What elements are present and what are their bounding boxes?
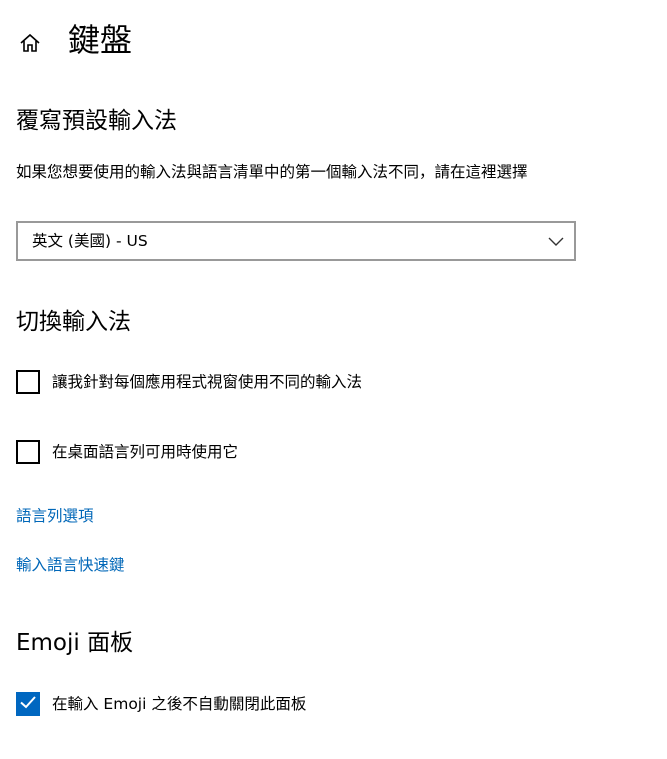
dropdown-selected-value: 英文 (美國) - US: [32, 232, 148, 250]
chevron-down-icon: [548, 233, 564, 249]
desktop-language-bar-checkbox[interactable]: [16, 440, 40, 464]
checkmark-icon: [19, 693, 37, 715]
language-bar-options-link[interactable]: 語言列選項: [16, 504, 94, 528]
desktop-language-bar-label: 在桌面語言列可用時使用它: [52, 443, 239, 461]
emoji-panel-checkbox-row[interactable]: 在輸入 Emoji 之後不自動關閉此面板: [16, 691, 306, 717]
emoji-panel-checkbox[interactable]: [16, 692, 40, 716]
emoji-section-heading: Emoji 面板: [16, 630, 134, 656]
emoji-panel-label: 在輸入 Emoji 之後不自動關閉此面板: [52, 695, 307, 713]
desktop-language-bar-checkbox-row[interactable]: 在桌面語言列可用時使用它: [16, 439, 238, 465]
override-description: 如果您想要使用的輸入法與語言清單中的第一個輸入法不同，請在這裡選擇: [16, 163, 528, 181]
page-title: 鍵盤: [68, 21, 133, 59]
home-icon: [19, 32, 41, 58]
input-method-dropdown[interactable]: 英文 (美國) - US: [16, 221, 576, 261]
per-app-input-checkbox-row[interactable]: 讓我針對每個應用程式視窗使用不同的輸入法: [16, 369, 362, 395]
per-app-input-label: 讓我針對每個應用程式視窗使用不同的輸入法: [52, 373, 363, 391]
input-language-hotkeys-link[interactable]: 輸入語言快速鍵: [16, 553, 125, 577]
home-button[interactable]: [13, 28, 47, 62]
override-section-heading: 覆寫預設輸入法: [16, 108, 177, 134]
per-app-input-checkbox[interactable]: [16, 370, 40, 394]
keyboard-settings-page: 鍵盤 覆寫預設輸入法 如果您想要使用的輸入法與語言清單中的第一個輸入法不同，請在…: [0, 0, 667, 759]
switch-section-heading: 切換輸入法: [16, 309, 131, 335]
